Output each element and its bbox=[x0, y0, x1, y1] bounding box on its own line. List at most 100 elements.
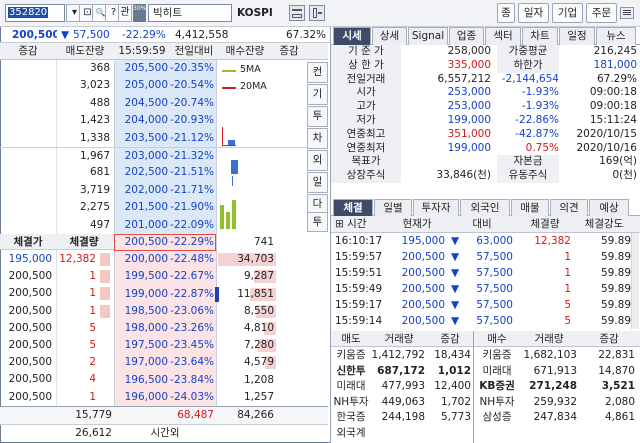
after-hours-qty: 26,612 bbox=[75, 427, 112, 439]
stock-name-field[interactable]: 빅히트 bbox=[148, 4, 232, 22]
trade-row: 15:59:49 200,500 ▼ 57,500 1 59.89 bbox=[335, 283, 631, 295]
bid-row[interactable]: 200,000 -22.48% 34,703 bbox=[114, 251, 328, 268]
candle-wick bbox=[232, 176, 233, 186]
bid-row[interactable]: 197,500 -23.45% 7,280 bbox=[114, 337, 328, 354]
candle bbox=[228, 140, 235, 145]
bid-row[interactable]: 197,000 -23.64% 4,579 bbox=[114, 354, 328, 371]
stock-code-input[interactable]: 352820 bbox=[5, 4, 65, 22]
header-rate: 전일대비 bbox=[174, 45, 214, 57]
trades-list: 16:10:17 195,000 ▼ 63,000 12,382 59.89 15:59:… bbox=[331, 233, 640, 329]
tab-news[interactable]: 뉴스 bbox=[596, 27, 636, 45]
margin-badge: 30% bbox=[133, 4, 146, 22]
subtab-investor[interactable]: 투자자 bbox=[413, 199, 459, 216]
header-bid-qty: 매수잔량 bbox=[225, 45, 265, 57]
info-row: 목표가 자본금 169(억) bbox=[331, 155, 640, 170]
bid-row[interactable]: 196,500 -23.84% 1,208 bbox=[114, 372, 328, 389]
subtab-foreign[interactable]: 외국인 bbox=[460, 199, 510, 216]
subtab-opinion[interactable]: 의견 bbox=[550, 199, 588, 216]
stock-button[interactable]: 종 bbox=[497, 3, 515, 23]
bh-buy-chg: 증감 bbox=[599, 333, 619, 345]
tab-detail[interactable]: 상세 bbox=[372, 27, 407, 45]
th-time: ⊞ 시간 bbox=[335, 218, 367, 230]
bid-row[interactable]: 200,500 -22.29% 741 bbox=[114, 234, 328, 251]
bh-buy: 매수 bbox=[487, 333, 507, 345]
side-tab-contract[interactable]: 컨 bbox=[307, 62, 328, 83]
bid-row[interactable]: 198,000 -23.26% 4,810 bbox=[114, 320, 328, 337]
trade-header-qty: 체결량 bbox=[69, 236, 99, 248]
side-tab-invest[interactable]: 투 bbox=[307, 212, 328, 232]
side-tab-daily[interactable]: 일 bbox=[307, 172, 328, 193]
trade-row: 15:59:57 200,500 ▼ 57,500 1 59.89 bbox=[335, 251, 631, 263]
foreign-label: 외국계 bbox=[336, 426, 366, 439]
trade-row: 15:59:14 200,500 ▼ 57,500 5 59.89 bbox=[335, 315, 631, 327]
trades-scrollbar[interactable] bbox=[631, 233, 639, 329]
layout-toggle-icon[interactable] bbox=[309, 5, 325, 21]
volume-ratio: 67.32% bbox=[285, 29, 326, 41]
trade-row: 200,500 2 bbox=[8, 356, 96, 369]
th-qty: 체결량 bbox=[530, 218, 560, 230]
menu-icon[interactable] bbox=[620, 7, 634, 19]
info-row: 고가 253,000 -1.93% 09:00:18 bbox=[331, 100, 640, 114]
change-percent: -22.29% bbox=[122, 29, 166, 41]
bh-buy-vol: 거래량 bbox=[534, 333, 564, 345]
sub-tabs: 체결 일별 투자자 외국인 매물 의견 예상 bbox=[331, 199, 640, 216]
totals-row: 15,779 68,487 84,266 bbox=[0, 406, 328, 424]
bid-row[interactable]: 196,000 -24.03% 1,257 bbox=[114, 389, 328, 406]
trade-row: 200,500 5 bbox=[8, 321, 96, 334]
trades-header: ⊞ 시간 현재가 대비 체결량 체결강도 bbox=[331, 216, 640, 233]
tab-sector[interactable]: 섹터 bbox=[485, 27, 521, 45]
trade-row: 15:59:51 200,500 ▼ 57,500 1 59.89 bbox=[335, 267, 631, 279]
bid-row[interactable]: 199,500 -22.67% 9,287 bbox=[114, 268, 328, 285]
trade-header-price: 체결가 bbox=[13, 236, 43, 248]
subtab-expected[interactable]: 예상 bbox=[589, 199, 629, 216]
info-row: 기 준 가 258,000 가중평균 216,245 bbox=[331, 45, 640, 59]
side-tab-basic[interactable]: 기 bbox=[307, 84, 328, 105]
tab-quote[interactable]: 시세 bbox=[333, 27, 371, 45]
order-button[interactable]: 주문 bbox=[586, 3, 617, 23]
down-arrow-icon: ▼ bbox=[61, 29, 70, 41]
trade-row: 200,500 1 bbox=[0, 285, 114, 302]
print-icon[interactable] bbox=[289, 5, 305, 21]
info-row: 상 한 가 335,000 하한가 181,000 bbox=[331, 58, 640, 73]
side-tab-investor[interactable]: 투 bbox=[307, 106, 328, 127]
header-change: 증감 bbox=[18, 45, 38, 57]
bh-sell-vol: 거래량 bbox=[384, 333, 414, 345]
trade-row: 200,500 1 bbox=[0, 303, 114, 320]
th-price: 현재가 bbox=[402, 218, 432, 230]
ma20-line bbox=[222, 145, 236, 146]
header-time: 15:59:59 bbox=[118, 45, 166, 57]
ma20-legend-line bbox=[222, 87, 236, 89]
tab-schedule[interactable]: 일정 bbox=[559, 27, 595, 45]
subtab-daily[interactable]: 일별 bbox=[374, 199, 412, 216]
side-tab-foreign[interactable]: 외 bbox=[307, 150, 328, 171]
bid-row[interactable]: 198,500 -23.06% 8,550 bbox=[114, 303, 328, 320]
company-button[interactable]: 기업 bbox=[552, 3, 583, 23]
side-tab-chart[interactable]: 차 bbox=[307, 128, 328, 149]
broker-row: 외국계 bbox=[331, 425, 640, 441]
candle bbox=[231, 160, 238, 174]
volume-bar bbox=[220, 205, 224, 229]
trade-list: 195,000 12,382 200,500 1 200,500 1 200,500 1… bbox=[0, 251, 114, 406]
trade-row: 200,500 1 bbox=[8, 390, 96, 403]
trade-row: 16:10:17 195,000 ▼ 63,000 12,382 59.89 bbox=[335, 235, 631, 247]
trade-row: 200,500 1 bbox=[0, 268, 114, 285]
price-summary: 200,500 ▼ 57,500 -22.29% 4,412,558 67.32… bbox=[0, 27, 330, 43]
bid-row[interactable]: 199,000 -22.87% 11,851 bbox=[114, 286, 328, 303]
info-row: 연중최고 351,000 -42.87% 2020/10/15 bbox=[331, 127, 640, 142]
watchlist-button[interactable]: 관 bbox=[118, 4, 132, 22]
current-price: 200,500 bbox=[12, 29, 57, 41]
header-ask-qty: 매도잔량 bbox=[65, 45, 105, 57]
trade-header: 체결가 체결량 bbox=[0, 234, 114, 250]
trade-row: 200,500 5 bbox=[8, 339, 96, 351]
tab-signal[interactable]: Signal bbox=[408, 27, 448, 45]
tab-industry[interactable]: 업종 bbox=[449, 27, 484, 45]
tab-chart[interactable]: 차트 bbox=[522, 27, 558, 45]
info-row: 저가 199,000 -22.86% 15:11:24 bbox=[331, 114, 640, 128]
subtab-trades[interactable]: 체결 bbox=[333, 199, 373, 216]
info-row: 상장주식 33,846(천) 유동주식 0(천) bbox=[331, 169, 640, 183]
mini-chart: 5MA 20MA bbox=[216, 60, 306, 234]
daily-button[interactable]: 일자 bbox=[518, 3, 549, 23]
ma5-legend-label: 5MA bbox=[240, 64, 261, 75]
subtab-volume-profile[interactable]: 매물 bbox=[511, 199, 549, 216]
trade-row: 200,500 4 bbox=[8, 373, 96, 386]
